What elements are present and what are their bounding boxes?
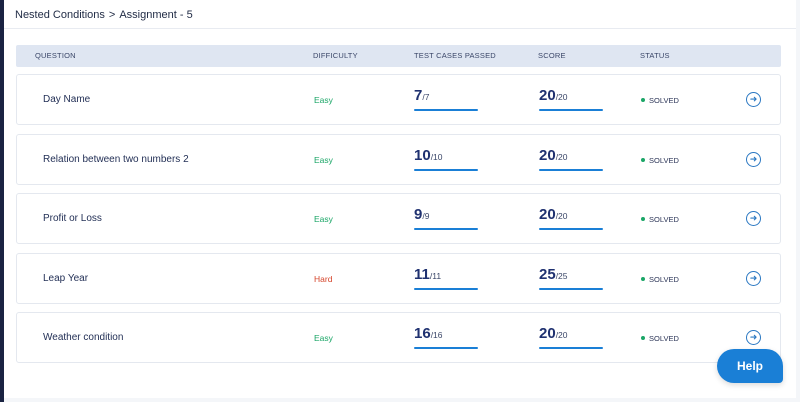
question-name[interactable]: Profit or Loss xyxy=(43,194,102,243)
score-progress-bar xyxy=(539,168,603,171)
score-max: /25 xyxy=(555,270,568,281)
score-metric: 25/25 xyxy=(539,265,603,290)
header-status: STATUS xyxy=(640,51,670,60)
status-label: SOLVED xyxy=(649,274,679,284)
test-cases-passed: 10 xyxy=(414,146,431,164)
test-cases-metric: 7/7 xyxy=(414,87,478,111)
score-max: /20 xyxy=(555,151,568,162)
status-badge: SOLVED xyxy=(641,194,679,245)
score-metric: 20/20 xyxy=(539,206,603,230)
test-cases-metric: 11/11 xyxy=(414,265,478,290)
test-cases-metric: 16/16 xyxy=(414,325,478,349)
score-progress-bar xyxy=(539,287,603,290)
score-progress-bar xyxy=(539,109,603,111)
test-cases-progress-bar xyxy=(414,168,478,171)
arrow-right-circle-icon[interactable]: ➜ xyxy=(746,92,761,107)
difficulty-label: Easy xyxy=(314,154,333,165)
score-max: /20 xyxy=(555,330,568,340)
table-row[interactable]: Profit or Loss Easy 9/9 20/20 SOLVED ➜ xyxy=(16,193,781,244)
difficulty-label: Easy xyxy=(314,95,333,105)
status-dot-icon xyxy=(641,336,645,341)
breadcrumb-separator: > xyxy=(108,9,116,21)
table-row[interactable]: Relation between two numbers 2 Easy 10/1… xyxy=(16,133,781,186)
score-value: 20 xyxy=(539,325,556,342)
table-header: QUESTION DIFFICULTY TEST CASES PASSED SC… xyxy=(16,45,781,67)
test-cases-total: /7 xyxy=(422,92,430,102)
question-name[interactable]: Relation between two numbers 2 xyxy=(43,135,189,184)
score-max: /20 xyxy=(555,211,568,221)
test-cases-total: /16 xyxy=(430,330,443,340)
table-row[interactable]: Leap Year Hard 11/11 25/25 SOLVED ➜ xyxy=(16,252,781,305)
arrow-right-circle-icon[interactable]: ➜ xyxy=(746,270,761,286)
score-value: 20 xyxy=(539,87,556,104)
test-cases-total: /11 xyxy=(429,270,442,281)
test-cases-total: /9 xyxy=(422,211,430,221)
status-label: SOLVED xyxy=(649,155,679,165)
score-metric: 20/20 xyxy=(539,146,603,171)
status-dot-icon xyxy=(641,276,645,281)
score-value: 25 xyxy=(539,265,556,283)
header-divider xyxy=(4,28,796,29)
difficulty-label: Hard xyxy=(314,273,333,284)
question-name[interactable]: Leap Year xyxy=(43,254,88,303)
status-label: SOLVED xyxy=(649,96,679,105)
breadcrumb-parent[interactable]: Nested Conditions xyxy=(15,9,105,21)
question-name[interactable]: Weather condition xyxy=(43,313,123,362)
test-cases-metric: 10/10 xyxy=(414,146,478,171)
breadcrumb-current: Assignment - 5 xyxy=(119,9,193,21)
status-label: SOLVED xyxy=(649,334,679,343)
test-cases-metric: 9/9 xyxy=(414,206,478,230)
question-name[interactable]: Day Name xyxy=(43,75,90,124)
status-dot-icon xyxy=(641,98,645,103)
header-test-cases: TEST CASES PASSED xyxy=(414,51,496,60)
difficulty-label: Easy xyxy=(314,214,333,224)
test-cases-total: /10 xyxy=(430,151,443,162)
score-value: 20 xyxy=(539,206,556,223)
header-question: QUESTION xyxy=(35,51,76,60)
test-cases-passed: 16 xyxy=(414,325,431,342)
test-cases-progress-bar xyxy=(414,228,478,230)
difficulty-label: Easy xyxy=(314,333,333,343)
score-progress-bar xyxy=(539,347,603,349)
score-value: 20 xyxy=(539,146,556,164)
status-badge: SOLVED xyxy=(641,135,679,186)
status-badge: SOLVED xyxy=(641,313,679,364)
table-row[interactable]: Day Name Easy 7/7 20/20 SOLVED ➜ xyxy=(16,74,781,125)
status-badge: SOLVED xyxy=(641,254,679,305)
status-dot-icon xyxy=(641,217,645,222)
test-cases-progress-bar xyxy=(414,109,478,111)
test-cases-passed: 11 xyxy=(414,265,430,283)
status-label: SOLVED xyxy=(649,215,679,224)
page: Nested Conditions > Assignment - 5 QUESTIO… xyxy=(4,0,796,398)
table-row[interactable]: Weather condition Easy 16/16 20/20 SOLVE… xyxy=(16,312,781,363)
arrow-right-circle-icon[interactable]: ➜ xyxy=(746,330,761,345)
breadcrumb: Nested Conditions > Assignment - 5 xyxy=(15,9,193,21)
test-cases-progress-bar xyxy=(414,347,478,349)
header-score: SCORE xyxy=(538,51,566,60)
status-dot-icon xyxy=(641,157,645,162)
question-list: Day Name Easy 7/7 20/20 SOLVED ➜ Relatio… xyxy=(16,74,781,372)
score-progress-bar xyxy=(539,228,603,230)
test-cases-progress-bar xyxy=(414,287,478,290)
score-metric: 20/20 xyxy=(539,325,603,349)
status-badge: SOLVED xyxy=(641,75,679,126)
score-max: /20 xyxy=(555,92,568,102)
score-metric: 20/20 xyxy=(539,87,603,111)
help-button[interactable]: Help xyxy=(717,349,783,383)
arrow-right-circle-icon[interactable]: ➜ xyxy=(746,211,761,226)
arrow-right-circle-icon[interactable]: ➜ xyxy=(746,151,761,167)
header-difficulty: DIFFICULTY xyxy=(313,51,358,60)
